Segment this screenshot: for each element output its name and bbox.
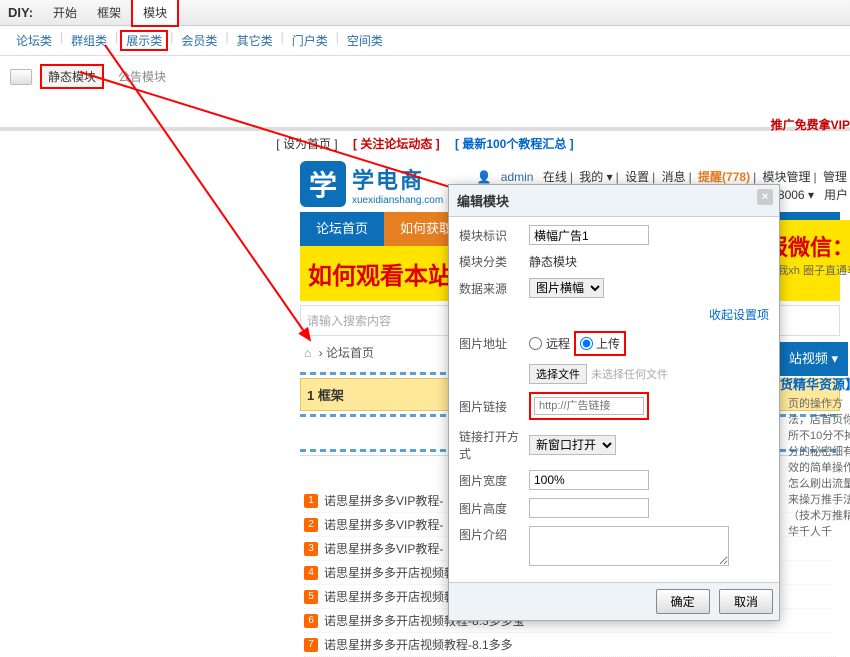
online-status: 在线 xyxy=(543,170,567,184)
list-item[interactable]: 7诺思星拼多多开店视频教程-8.1多多 xyxy=(304,633,836,657)
close-icon[interactable]: × xyxy=(757,189,773,205)
image-link-label: 图片链接 xyxy=(459,398,529,415)
width-input[interactable] xyxy=(529,470,649,490)
edit-module-dialog: 编辑模块 × 模块标识 模块分类 静态模块 数据来源 图片横幅 收起设置项 图片… xyxy=(448,184,780,621)
crumb-forum[interactable]: 论坛首页 xyxy=(326,346,374,360)
user-bar: 👤 admin 在线| 我的 ▾| 设置| 消息| 提醒(778)| 模块管理|… xyxy=(474,168,850,185)
intro-label: 图片介绍 xyxy=(459,526,529,543)
module-category-bar: 论坛类| 群组类| 展示类| 会员类| 其它类| 门户类| 空间类 xyxy=(0,26,850,56)
cancel-button[interactable]: 取消 xyxy=(719,589,773,614)
module-id-input[interactable] xyxy=(529,225,649,245)
target-label: 链接打开方式 xyxy=(459,428,529,462)
site-name: 学电商 xyxy=(352,163,443,195)
module-mgmt-link[interactable]: 模块管理 xyxy=(763,170,811,184)
module-cat-label: 模块分类 xyxy=(459,253,529,270)
dialog-footer: 确定 取消 xyxy=(449,582,779,620)
latest-tutorials-link[interactable]: [ 最新100个教程汇总 ] xyxy=(455,137,574,151)
right-strip: 我xh 圈子直通车 xyxy=(777,262,850,278)
nav-video[interactable]: 站视频 ▾ xyxy=(779,342,848,376)
target-select[interactable]: 新窗口打开 xyxy=(529,435,616,455)
forum-news-link[interactable]: [ 关注论坛动态 ] xyxy=(353,137,440,151)
diy-toolbar: DIY: 开始 框架 模块 xyxy=(0,0,850,26)
diy-tab-module[interactable]: 模块 xyxy=(131,0,179,27)
promo-vip-link[interactable]: 推广免费拿VIP xyxy=(771,116,850,133)
collapse-settings-link[interactable]: 收起设置项 xyxy=(709,306,769,323)
height-input[interactable] xyxy=(529,498,649,518)
subcat-other[interactable]: 其它类 xyxy=(231,30,279,51)
choose-file-button[interactable]: 选择文件 xyxy=(529,364,587,384)
username-link[interactable]: admin xyxy=(501,170,534,184)
no-file-hint: 未选择任何文件 xyxy=(591,366,668,382)
module-cat-value: 静态模块 xyxy=(529,253,577,270)
module-id-label: 模块标识 xyxy=(459,227,529,244)
image-link-input[interactable] xyxy=(534,397,644,415)
subcat-group[interactable]: 群组类 xyxy=(65,30,113,51)
top-links: [ 设为首页 ] [ 关注论坛动态 ] [ 最新100个教程汇总 ] xyxy=(0,131,850,156)
nav-forum-home[interactable]: 论坛首页 xyxy=(300,212,384,246)
diy-tab-frame[interactable]: 框架 xyxy=(87,0,131,25)
admin-link[interactable]: 管理 xyxy=(823,170,847,184)
subcat-portal[interactable]: 门户类 xyxy=(286,30,334,51)
user-icon: 👤 xyxy=(477,170,492,184)
module-icon xyxy=(10,69,32,85)
intro-textarea[interactable] xyxy=(529,526,729,566)
site-domain: xuexidianshang.com xyxy=(352,195,443,206)
messages-link[interactable]: 消息 xyxy=(662,170,686,184)
diy-tab-start[interactable]: 开始 xyxy=(43,0,87,25)
remote-radio[interactable] xyxy=(529,337,542,350)
mine-menu[interactable]: 我的 ▾ xyxy=(579,170,612,184)
announce-module-button[interactable]: 公告模块 xyxy=(112,66,172,87)
site-logo[interactable]: 学 xyxy=(300,161,346,207)
image-url-label: 图片地址 xyxy=(459,335,529,352)
width-label: 图片宽度 xyxy=(459,472,529,489)
home-icon[interactable]: ⌂ xyxy=(304,346,311,360)
dialog-title: 编辑模块 × xyxy=(449,185,779,217)
upload-radio[interactable] xyxy=(580,337,593,350)
data-source-label: 数据来源 xyxy=(459,280,529,297)
ok-button[interactable]: 确定 xyxy=(656,589,710,614)
right-text-snippet: 页的操作方法，店首页你所不10分不掉分的秘密细有效的简单操作怎么刷出流量来操万推… xyxy=(788,396,850,540)
crumb-sep: › xyxy=(319,346,323,360)
height-label: 图片高度 xyxy=(459,500,529,517)
subcat-display[interactable]: 展示类 xyxy=(120,30,168,51)
subcat-forum[interactable]: 论坛类 xyxy=(10,30,58,51)
settings-link[interactable]: 设置 xyxy=(625,170,649,184)
subcat-space[interactable]: 空间类 xyxy=(341,30,389,51)
search-placeholder: 请输入搜索内容 xyxy=(307,314,391,328)
diy-label: DIY: xyxy=(8,5,33,20)
data-source-select[interactable]: 图片横幅 xyxy=(529,278,604,298)
set-homepage-link[interactable]: [ 设为首页 ] xyxy=(276,137,337,151)
subcat-member[interactable]: 会员类 xyxy=(175,30,223,51)
module-buttons-row: 静态模块 公告模块 xyxy=(0,56,850,97)
usercp-link[interactable]: 用户 xyxy=(824,188,848,202)
static-module-button[interactable]: 静态模块 xyxy=(40,64,104,89)
reminders-link[interactable]: 提醒(778) xyxy=(698,170,750,184)
